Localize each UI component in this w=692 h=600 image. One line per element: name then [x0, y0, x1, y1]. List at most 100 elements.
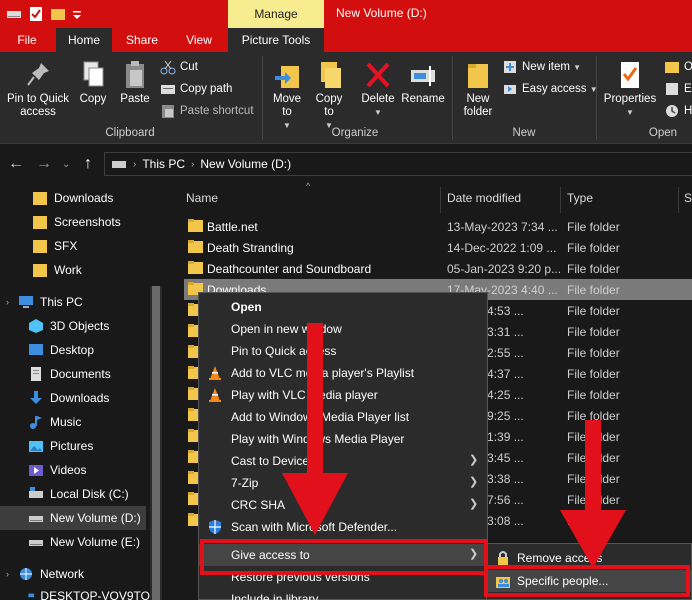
nav-item-new-volume-d[interactable]: New Volume (D:)	[0, 506, 146, 530]
nav-item-label: Screenshots	[54, 215, 121, 229]
highlight-box-give-access	[200, 539, 488, 575]
cube-icon	[29, 319, 43, 333]
menu-item-open[interactable]: Open	[199, 296, 487, 318]
menu-item-label: Include in library	[231, 592, 319, 600]
nav-item-network[interactable]: › Network	[0, 562, 150, 586]
breadcrumb-this-pc[interactable]: This PC	[142, 157, 185, 171]
column-separator[interactable]	[440, 187, 441, 213]
edit-button[interactable]: Ed	[664, 79, 692, 99]
pin-to-quick-access-button[interactable]: Pin to Quick access	[2, 60, 74, 119]
copy-path-button[interactable]: Copy path	[160, 79, 232, 99]
nav-item-videos[interactable]: Videos	[0, 458, 150, 482]
copy-to-label: Copy to	[315, 93, 343, 118]
history-button[interactable]: Hi	[664, 101, 692, 121]
breadcrumb-volume[interactable]: New Volume (D:)	[200, 157, 291, 171]
nav-item-screenshots[interactable]: Screenshots	[0, 210, 150, 234]
nav-item-downloads[interactable]: Downloads	[0, 386, 150, 410]
history-label: Hi	[684, 105, 692, 117]
nav-item-new-volume-e[interactable]: New Volume (E:)	[0, 530, 150, 554]
easy-access-icon	[504, 85, 516, 94]
tab-picture-tools[interactable]: Picture Tools	[228, 28, 324, 52]
vlc-cone-icon	[209, 366, 221, 380]
nav-item-label: New Volume (E:)	[50, 535, 141, 549]
nav-scrollbar[interactable]	[150, 286, 162, 600]
column-header-date[interactable]: Date modified	[447, 191, 521, 209]
open-button[interactable]: Op	[664, 57, 692, 77]
delete-button[interactable]: Delete ▼	[358, 60, 398, 119]
caret-icon: ▼	[374, 108, 382, 117]
nav-scrollbar-thumb[interactable]	[152, 286, 160, 600]
properties-icon	[621, 62, 639, 88]
up-arrow-icon[interactable]: ↑	[84, 155, 92, 173]
pin-label: Pin to Quick access	[7, 93, 69, 118]
menu-item-label: Open	[231, 300, 262, 314]
nav-item-music[interactable]: Music	[0, 410, 150, 434]
copy-to-button[interactable]: Copy to ▼	[310, 60, 348, 132]
scissors-icon	[160, 60, 176, 75]
folder-icon	[188, 219, 203, 232]
folder-icon	[33, 192, 47, 205]
forward-arrow-icon[interactable]: →	[36, 155, 52, 173]
caret-icon: ▼	[626, 108, 634, 117]
new-folder-icon	[468, 64, 488, 88]
nav-item-3d-objects[interactable]: 3D Objects	[0, 314, 150, 338]
tab-file[interactable]: File	[0, 28, 54, 52]
tab-view[interactable]: View	[172, 28, 226, 52]
properties-check-icon[interactable]	[28, 6, 44, 22]
menu-item-include-in-library[interactable]: Include in library	[199, 588, 487, 600]
recent-locations-chevron-icon[interactable]: ⌄	[62, 159, 70, 170]
table-row[interactable]: Battle.net 13-May-2023 7:34 ... File folde…	[184, 216, 692, 237]
expand-chevron-icon[interactable]: ›	[6, 297, 18, 307]
manage-tab[interactable]: Manage	[228, 0, 324, 28]
nav-item-local-disk-c[interactable]: Local Disk (C:)	[0, 482, 150, 506]
new-folder-label: New folder	[463, 93, 493, 118]
nav-item-label: Downloads	[50, 391, 110, 405]
ribbon-separator	[452, 56, 453, 140]
red-arrow-icon	[282, 323, 348, 535]
column-header-name[interactable]: Name	[186, 191, 218, 209]
table-row[interactable]: Deathcounter and Soundboard 05-Jan-2023 9…	[184, 258, 692, 279]
easy-access-button[interactable]: Easy access ▼	[502, 79, 598, 99]
nav-item-downloads-quick[interactable]: Downloads	[0, 186, 150, 210]
nav-item-pictures[interactable]: Pictures	[0, 434, 150, 458]
nav-item-desktop[interactable]: Desktop	[0, 338, 150, 362]
system-drive-icon	[29, 487, 43, 498]
tab-share[interactable]: Share	[114, 28, 170, 52]
nav-item-label: Documents	[50, 367, 111, 381]
new-item-button[interactable]: New item ▼	[502, 57, 581, 77]
column-header-size[interactable]: S	[684, 191, 692, 209]
expand-chevron-icon[interactable]: ›	[6, 569, 18, 579]
properties-button[interactable]: Properties ▼	[600, 60, 660, 119]
nav-item-desktop-pc[interactable]: DESKTOP-VOV9TO	[0, 584, 150, 600]
folder-icon	[33, 264, 47, 277]
table-row[interactable]: Death Stranding 14-Dec-2022 1:09 ... File …	[184, 237, 692, 258]
file-date: 13-May-2023 7:34 ...	[447, 220, 558, 234]
drive-icon[interactable]	[6, 8, 22, 20]
column-header-type[interactable]: Type	[567, 191, 593, 209]
back-arrow-icon[interactable]: ←	[8, 155, 24, 173]
file-date: 05-Jan-2023 9:20 p...	[447, 262, 562, 276]
open-label: Op	[684, 61, 692, 73]
nav-item-work[interactable]: Work	[0, 258, 150, 282]
column-separator[interactable]	[678, 187, 679, 213]
column-separator[interactable]	[560, 187, 561, 213]
tab-home[interactable]: Home	[56, 28, 112, 52]
nav-item-documents[interactable]: Documents	[0, 362, 150, 386]
new-folder-icon[interactable]	[50, 6, 66, 22]
cut-button[interactable]: Cut	[160, 57, 198, 77]
paste-button[interactable]: Paste	[116, 60, 154, 106]
nav-item-sfx[interactable]: SFX	[0, 234, 150, 258]
rename-button[interactable]: Rename	[400, 60, 446, 106]
move-to-label: Move to	[272, 93, 302, 118]
address-bar[interactable]: › This PC › New Volume (D:)	[104, 152, 692, 176]
cut-label: Cut	[180, 61, 198, 73]
file-name: Deathcounter and Soundboard	[207, 262, 372, 276]
new-group-label: New	[512, 127, 536, 139]
new-folder-button[interactable]: New folder	[458, 60, 498, 119]
quick-access-toolbar	[6, 5, 82, 23]
paste-shortcut-button[interactable]: Paste shortcut	[160, 101, 254, 121]
move-to-button[interactable]: Move to ▼	[268, 60, 306, 132]
nav-item-this-pc[interactable]: › This PC	[0, 290, 150, 314]
copy-button[interactable]: Copy	[74, 60, 112, 106]
customize-toolbar-icon[interactable]	[72, 6, 82, 22]
